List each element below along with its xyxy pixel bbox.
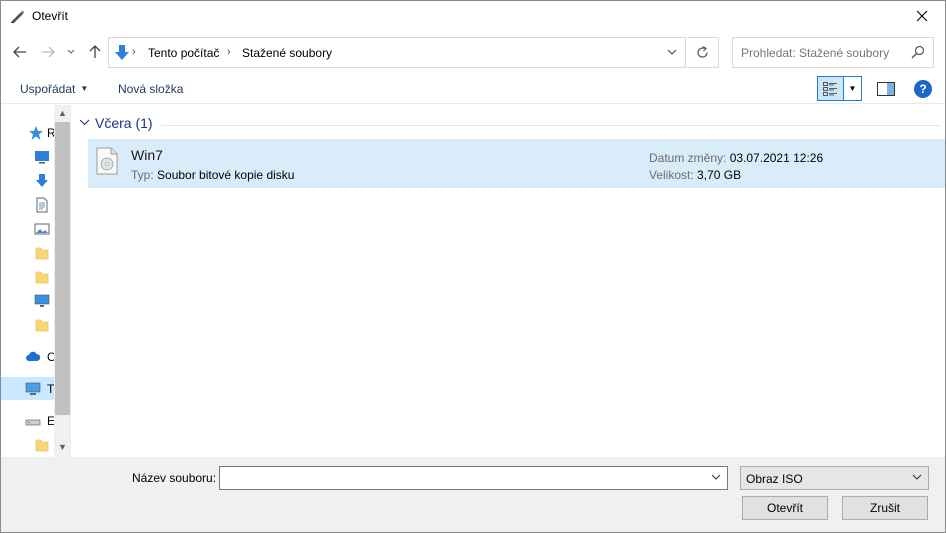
- group-header-yesterday[interactable]: Včera (1): [79, 115, 153, 131]
- search-box[interactable]: [732, 37, 934, 68]
- file-type: Typ: Soubor bitové kopie disku: [131, 168, 294, 182]
- cancel-button[interactable]: Zrušit: [842, 496, 928, 520]
- view-options-dropdown[interactable]: ▼: [844, 76, 862, 101]
- navigation-bar: › Tento počítač › Stažené soubory: [1, 35, 945, 69]
- organize-label: Uspořádat: [20, 82, 76, 96]
- window-title: Otevřít: [32, 9, 69, 23]
- view-details-button[interactable]: [817, 76, 844, 101]
- file-list: Včera (1) Win7 Typ: Soubor bitové kopie …: [71, 105, 945, 457]
- desktop-icon[interactable]: [34, 149, 50, 165]
- address-dropdown-button[interactable]: [667, 46, 677, 58]
- file-item[interactable]: Win7 Typ: Soubor bitové kopie disku Datu…: [88, 139, 945, 188]
- file-size-value: 3,70 GB: [697, 168, 742, 182]
- address-bar[interactable]: › Tento počítač › Stažené soubory: [108, 37, 686, 68]
- caret-down-icon: ▼: [80, 84, 89, 93]
- file-date-value: 03.07.2021 12:26: [729, 151, 824, 165]
- organize-button[interactable]: Uspořádat ▼: [20, 82, 88, 96]
- breadcrumb-this-pc[interactable]: Tento počítač: [148, 46, 219, 60]
- filename-history-dropdown[interactable]: [711, 472, 721, 482]
- command-toolbar: Uspořádat ▼ Nová složka ▼ ?: [1, 74, 945, 104]
- monitor-icon[interactable]: [34, 293, 50, 309]
- group-divider: [161, 125, 941, 126]
- folder-icon[interactable]: [34, 269, 50, 285]
- close-icon: [916, 10, 928, 22]
- disc-image-file-icon: [96, 147, 118, 175]
- breadcrumb-separator-icon: ›: [132, 46, 136, 58]
- file-size: Velikost: 3,70 GB: [649, 168, 741, 182]
- back-button[interactable]: [11, 43, 29, 61]
- open-button[interactable]: Otevřít: [742, 496, 828, 520]
- new-folder-button[interactable]: Nová složka: [118, 82, 183, 96]
- refresh-icon: [697, 46, 708, 58]
- title-bar: Otevřít: [1, 1, 945, 32]
- cloud-icon[interactable]: [25, 349, 41, 365]
- arrow-up-icon: [89, 45, 101, 58]
- pencil-app-icon: [11, 10, 25, 23]
- group-header-label: Včera (1): [95, 115, 153, 131]
- file-date-label: Datum změny:: [649, 151, 727, 165]
- document-icon[interactable]: [34, 197, 50, 213]
- chevron-down-icon: [67, 49, 75, 54]
- filename-input[interactable]: [219, 466, 728, 490]
- nav-pane-scrollbar[interactable]: ▲ ▼: [54, 105, 71, 457]
- chevron-down-icon: [667, 49, 677, 55]
- file-name: Win7: [131, 147, 163, 163]
- dialog-footer: Název souboru: Obraz ISO Otevřít Zrušit: [1, 457, 945, 532]
- filename-label: Název souboru:: [132, 471, 217, 485]
- folder-icon[interactable]: [34, 437, 50, 453]
- file-type-label: Typ:: [131, 168, 154, 182]
- search-icon: [911, 45, 925, 59]
- recent-locations-button[interactable]: [65, 43, 77, 61]
- file-type-filter-value: Obraz ISO: [746, 472, 803, 486]
- breadcrumb-separator-icon: ›: [227, 46, 231, 58]
- folder-icon[interactable]: [34, 245, 50, 261]
- computer-icon[interactable]: [25, 381, 41, 397]
- file-size-label: Velikost:: [649, 168, 694, 182]
- open-file-dialog: Otevřít › Tento počítač › Stažené soubor…: [0, 0, 946, 533]
- filter-dropdown-arrow: [912, 472, 922, 482]
- scroll-up-button[interactable]: ▲: [54, 108, 71, 120]
- help-button[interactable]: ?: [914, 80, 932, 98]
- search-input[interactable]: [741, 46, 901, 60]
- chevron-down-icon: [79, 119, 90, 126]
- close-button[interactable]: [899, 1, 945, 31]
- chevron-down-icon: [711, 474, 721, 480]
- folder-icon[interactable]: [34, 317, 50, 333]
- breadcrumb-downloads[interactable]: Stažené soubory: [242, 46, 332, 60]
- refresh-button[interactable]: [687, 37, 719, 68]
- drive-icon[interactable]: [25, 414, 41, 430]
- details-view-icon: [823, 81, 837, 96]
- arrow-right-icon: [42, 46, 55, 58]
- scrollbar-thumb[interactable]: [55, 122, 70, 415]
- star-icon[interactable]: [28, 125, 44, 141]
- pictures-icon[interactable]: [34, 221, 50, 237]
- download-arrow-icon[interactable]: [34, 173, 50, 189]
- up-button[interactable]: [86, 43, 104, 61]
- chevron-down-icon: [912, 474, 922, 480]
- scroll-down-button[interactable]: ▼: [54, 442, 71, 454]
- file-type-value: Soubor bitové kopie disku: [157, 168, 295, 182]
- download-arrow-icon: [115, 45, 129, 60]
- forward-button[interactable]: [39, 43, 57, 61]
- preview-pane-icon[interactable]: [877, 82, 895, 96]
- file-date: Datum změny: 03.07.2021 12:26: [649, 151, 823, 165]
- arrow-left-icon: [13, 46, 26, 58]
- file-type-filter-select[interactable]: Obraz ISO: [740, 466, 929, 490]
